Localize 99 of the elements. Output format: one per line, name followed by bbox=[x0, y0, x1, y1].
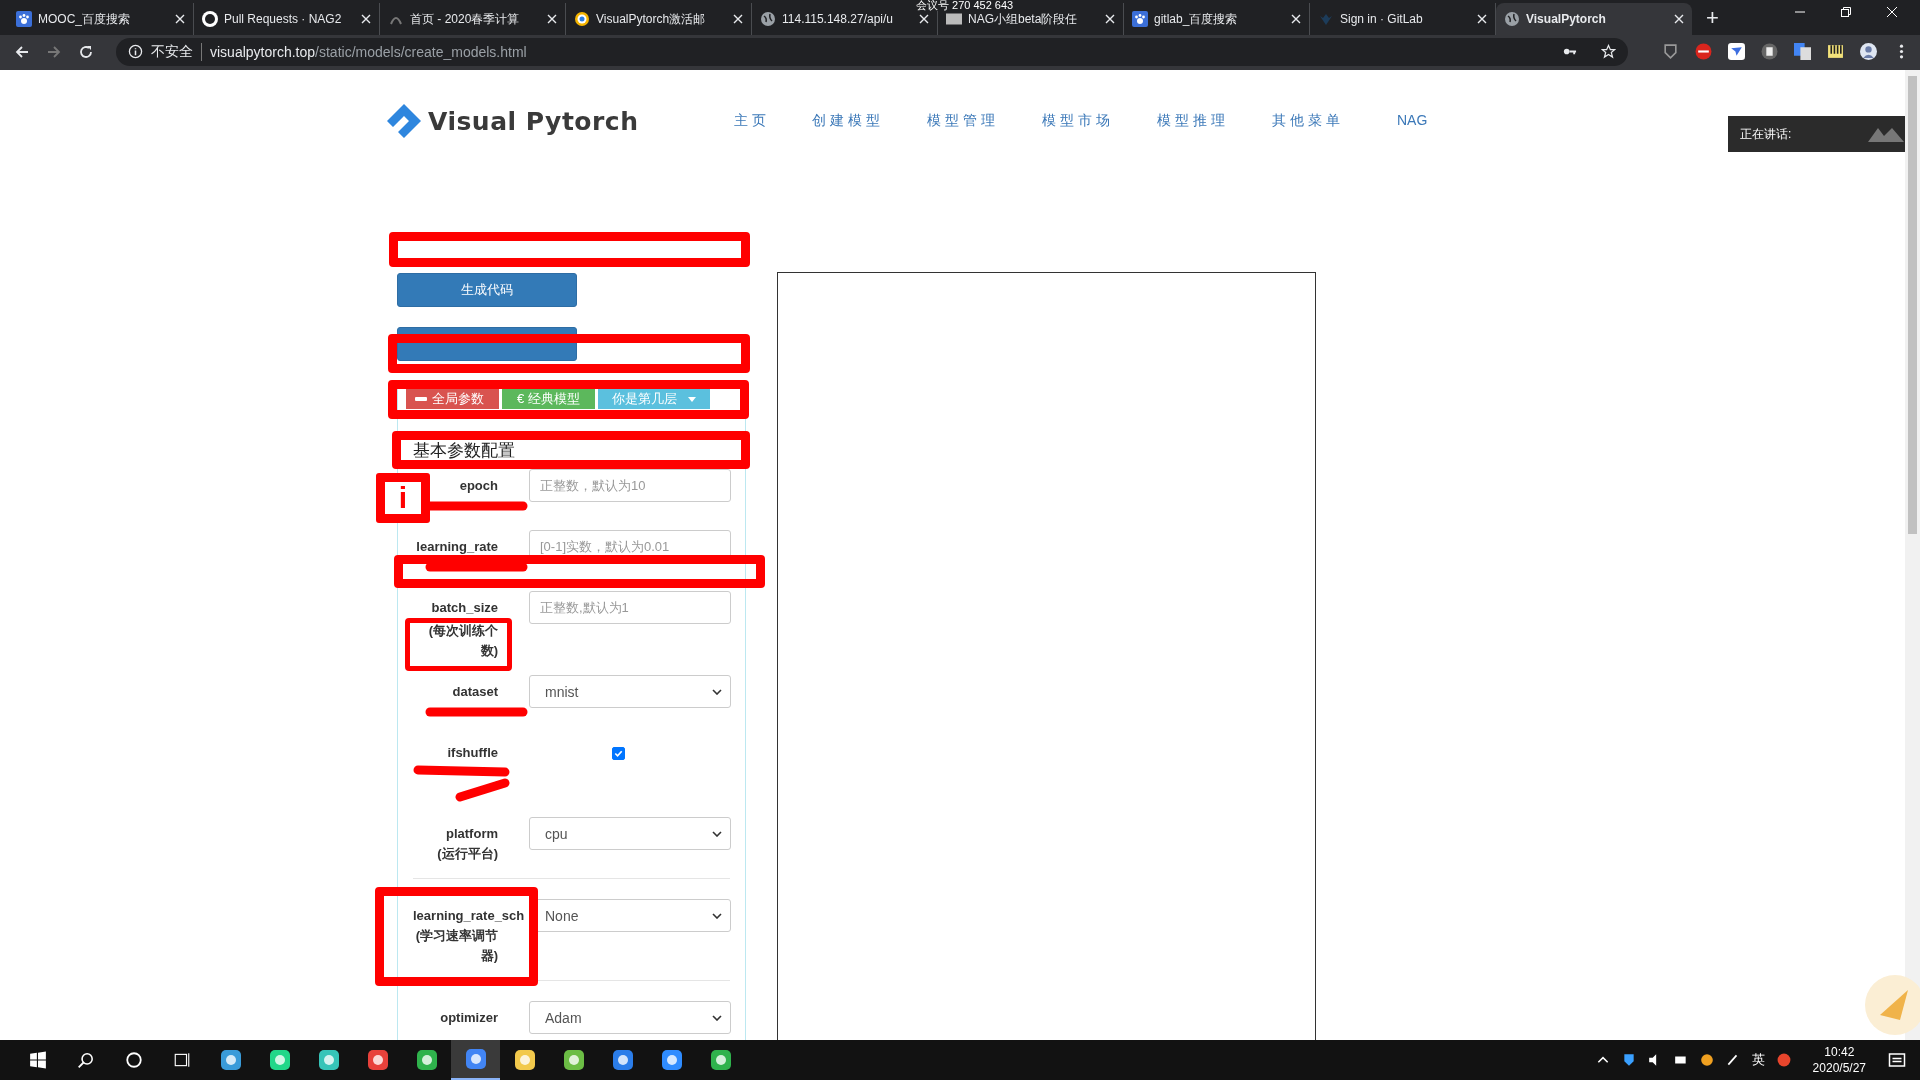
brand-name[interactable]: Visual Pytorch bbox=[428, 106, 639, 136]
field-label: optimizer bbox=[440, 1009, 498, 1027]
input-method[interactable]: 英 bbox=[1751, 1051, 1765, 1069]
address-bar[interactable]: 不安全 visualpytorch.top/static/models/create_models.html bbox=[116, 37, 1628, 66]
group-button[interactable]: 全局参数 bbox=[406, 389, 499, 409]
nav-link[interactable]: 其他菜单 bbox=[1272, 112, 1387, 130]
dropdown[interactable]: cpu bbox=[529, 817, 731, 850]
app-icon[interactable] bbox=[610, 1048, 635, 1072]
nav-link[interactable]: 模型市场 bbox=[1042, 112, 1157, 130]
tab-title: Pull Requests · NAG2 bbox=[224, 12, 343, 26]
paw-icon bbox=[16, 11, 32, 27]
field-hint: (运行平台) bbox=[436, 845, 498, 863]
tab-title: VisualPytorch bbox=[1526, 12, 1607, 26]
globe-icon bbox=[760, 11, 776, 27]
app-icon[interactable] bbox=[414, 1048, 439, 1072]
chevron-down-icon bbox=[712, 912, 722, 919]
action-button[interactable]: 生成代码 bbox=[397, 273, 577, 307]
field-label: platform bbox=[446, 825, 498, 843]
field-label: epoch bbox=[459, 477, 498, 495]
app-icon[interactable] bbox=[365, 1048, 390, 1072]
close-icon[interactable] bbox=[547, 14, 557, 24]
url-text: visualpytorch.top/static/models/create_models.html bbox=[210, 43, 528, 60]
close-icon[interactable] bbox=[361, 14, 371, 24]
security-label: 不安全 bbox=[151, 42, 202, 61]
field-hint: (每次训练个数) bbox=[427, 622, 498, 660]
input-field[interactable]: 正整数,默认为1 bbox=[529, 591, 731, 624]
caret-icon bbox=[688, 396, 696, 402]
app-icon[interactable] bbox=[512, 1048, 537, 1072]
field-label: dataset bbox=[452, 683, 498, 701]
tab-title: gitlab_百度搜索 bbox=[1154, 10, 1239, 28]
nav-link[interactable]: 模型推理 bbox=[1157, 112, 1272, 130]
forward-icon[interactable] bbox=[46, 43, 62, 60]
clock-date[interactable]: 2020/5/27 bbox=[1812, 1060, 1866, 1076]
field-hint: (学习速率调节器) bbox=[414, 927, 498, 965]
annotation-label: i bbox=[376, 473, 430, 523]
field-label: learning_rate bbox=[416, 538, 498, 556]
nav-link[interactable]: NAG bbox=[1397, 112, 1512, 130]
avatar-icon[interactable] bbox=[1860, 43, 1877, 60]
app-icon[interactable] bbox=[463, 1047, 488, 1071]
paw-icon bbox=[1132, 11, 1148, 27]
close-icon[interactable] bbox=[919, 14, 929, 24]
tab-title: 114.115.148.27/api/u bbox=[782, 12, 894, 26]
info-icon bbox=[128, 44, 143, 59]
circle-icon[interactable] bbox=[125, 1051, 143, 1069]
shield-icon[interactable] bbox=[1662, 43, 1679, 60]
close-icon[interactable] bbox=[733, 14, 743, 24]
nav-link[interactable]: 模型管理 bbox=[927, 112, 1042, 130]
chevron-down-icon bbox=[712, 830, 722, 837]
dropdown[interactable]: Adam bbox=[529, 1001, 731, 1034]
app-icon[interactable] bbox=[267, 1048, 292, 1072]
stop-sign-icon[interactable] bbox=[1695, 43, 1712, 60]
nav-link[interactable]: 创建模型 bbox=[812, 112, 927, 130]
clipboard-icon[interactable] bbox=[1761, 43, 1778, 60]
dropdown[interactable]: mnist bbox=[529, 675, 731, 708]
close-icon[interactable] bbox=[1674, 14, 1684, 24]
field-label: learning_rate_sch bbox=[413, 907, 525, 925]
tab-title: MOOC_百度搜索 bbox=[38, 10, 131, 28]
tab-title: Sign in · GitLab bbox=[1340, 12, 1424, 26]
restore-icon[interactable] bbox=[1840, 5, 1852, 18]
search-icon[interactable] bbox=[77, 1051, 95, 1069]
clock-time[interactable]: 10:42 bbox=[1824, 1044, 1855, 1060]
document-icon bbox=[946, 11, 962, 27]
input-field[interactable]: 正整数，默认为10 bbox=[529, 469, 731, 502]
app-icon[interactable] bbox=[561, 1048, 586, 1072]
ring-icon bbox=[574, 11, 590, 27]
shield-icon[interactable] bbox=[1621, 1053, 1636, 1067]
field-label: batch_size bbox=[431, 599, 498, 617]
tab-title: VisualPytorch激活邮 bbox=[596, 10, 707, 28]
reload-icon[interactable] bbox=[78, 43, 94, 60]
star-icon[interactable] bbox=[1601, 44, 1616, 59]
close-icon[interactable] bbox=[175, 14, 185, 24]
section-heading: 基本参数配置 bbox=[412, 439, 515, 462]
nav-link[interactable]: 主页 bbox=[734, 112, 812, 130]
app-icon[interactable] bbox=[218, 1048, 243, 1072]
chevron-down-icon bbox=[712, 1014, 722, 1021]
tab-title: NAG小组beta阶段任 bbox=[968, 10, 1079, 28]
windows-icon[interactable] bbox=[29, 1051, 47, 1069]
tab-title: 首页 - 2020春季计算 bbox=[410, 10, 521, 28]
piano-icon[interactable] bbox=[1827, 43, 1844, 60]
globe-icon bbox=[1504, 11, 1520, 27]
browser-tab[interactable]: VisualPytorch bbox=[1496, 3, 1692, 35]
back-icon[interactable] bbox=[14, 43, 30, 60]
app-icon[interactable] bbox=[708, 1048, 733, 1072]
close-icon[interactable] bbox=[1105, 14, 1115, 24]
minus-icon bbox=[415, 396, 427, 402]
checkbox[interactable] bbox=[612, 747, 625, 760]
notification-icon[interactable] bbox=[1888, 1051, 1906, 1069]
field-label: ifshuffle bbox=[447, 744, 498, 762]
translate-icon[interactable] bbox=[1794, 43, 1811, 60]
app-icon[interactable] bbox=[659, 1048, 684, 1072]
close-icon[interactable] bbox=[1477, 14, 1487, 24]
new-tab-button[interactable]: + bbox=[1706, 5, 1719, 31]
app-icon[interactable] bbox=[316, 1048, 341, 1072]
chevron-down-icon bbox=[712, 688, 722, 695]
scrollbar[interactable] bbox=[1905, 70, 1920, 1040]
task-view-icon[interactable] bbox=[173, 1051, 191, 1069]
pen-icon[interactable] bbox=[1725, 1053, 1740, 1067]
speaker-label: 正在讲话: bbox=[1740, 125, 1792, 143]
close-icon[interactable] bbox=[1291, 14, 1301, 24]
